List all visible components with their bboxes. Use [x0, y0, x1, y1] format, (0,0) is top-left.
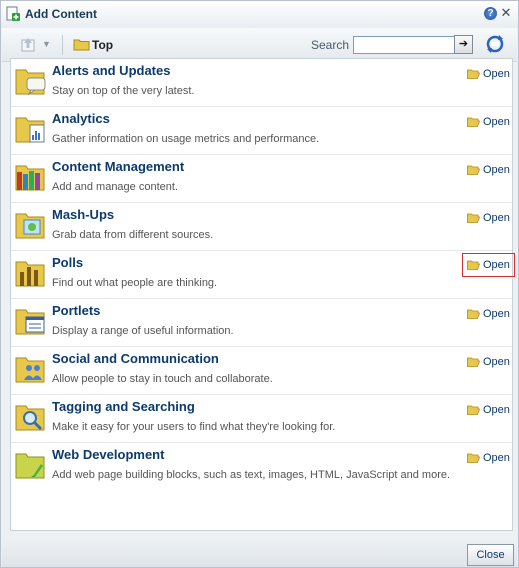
open-label: Open	[483, 163, 510, 176]
search-go-button[interactable]: ➔	[454, 35, 473, 54]
open-label: Open	[483, 451, 510, 464]
open-button[interactable]: Open	[467, 354, 510, 369]
open-label: Open	[483, 211, 510, 224]
item-title[interactable]: Portlets	[52, 303, 100, 318]
folder-icon	[73, 38, 90, 51]
open-label: Open	[483, 115, 510, 128]
open-folder-icon	[467, 165, 480, 175]
open-folder-icon	[467, 405, 480, 415]
open-button[interactable]: Open	[462, 253, 515, 277]
open-folder-icon	[467, 357, 480, 367]
folder-webdev-icon	[15, 450, 47, 480]
list-item: Analytics Gather information on usage me…	[11, 107, 512, 155]
list-item: Alerts and Updates Stay on top of the ve…	[11, 59, 512, 107]
item-title[interactable]: Alerts and Updates	[52, 63, 170, 78]
item-description: Find out what people are thinking.	[52, 277, 218, 289]
item-description: Allow people to stay in touch and collab…	[52, 373, 273, 385]
item-description: Add web page building blocks, such as te…	[52, 469, 451, 481]
item-title[interactable]: Tagging and Searching	[52, 399, 195, 414]
open-label: Open	[483, 258, 510, 271]
search-label: Search	[311, 38, 350, 52]
item-description: Gather information on usage metrics and …	[52, 133, 320, 145]
open-label: Open	[483, 355, 510, 368]
item-title[interactable]: Social and Communication	[52, 351, 219, 366]
open-label: Open	[483, 67, 510, 80]
content-category-list: Alerts and Updates Stay on top of the ve…	[10, 58, 515, 531]
toolbar: ▼ Top Search ➔	[2, 28, 517, 62]
folder-tagging-icon	[15, 402, 47, 432]
add-content-icon	[5, 6, 21, 22]
open-button[interactable]: Open	[467, 450, 510, 465]
item-description: Stay on top of the very latest.	[52, 85, 195, 97]
add-content-dialog: Add Content ? ✕ ▼ Top Search ➔ Alerts an…	[0, 0, 519, 568]
item-title[interactable]: Analytics	[52, 111, 110, 126]
open-button[interactable]: Open	[467, 66, 510, 81]
item-description: Display a range of useful information.	[52, 325, 234, 337]
help-icon[interactable]: ?	[484, 7, 497, 20]
item-description: Make it easy for your users to find what…	[52, 421, 336, 433]
list-item: Mash-Ups Grab data from different source…	[11, 203, 512, 251]
folder-content-icon	[15, 162, 47, 192]
folder-alerts-icon	[15, 66, 47, 96]
search-input[interactable]	[353, 36, 455, 54]
open-label: Open	[483, 307, 510, 320]
close-button[interactable]: Close	[467, 544, 514, 566]
item-description: Add and manage content.	[52, 181, 178, 193]
open-folder-icon	[467, 213, 480, 223]
open-label: Open	[483, 403, 510, 416]
folder-social-icon	[15, 354, 47, 384]
open-folder-icon	[467, 117, 480, 127]
folder-mashups-icon	[15, 210, 47, 240]
item-title[interactable]: Content Management	[52, 159, 184, 174]
chevron-down-icon[interactable]: ▼	[42, 36, 52, 52]
open-button[interactable]: Open	[467, 306, 510, 321]
folder-analytics-icon	[15, 114, 47, 144]
item-title[interactable]: Web Development	[52, 447, 164, 462]
open-button[interactable]: Open	[467, 114, 510, 129]
folder-polls-icon	[15, 258, 47, 288]
list-item: Web Development Add web page building bl…	[11, 443, 512, 490]
dialog-footer: Close	[2, 538, 517, 567]
list-item: Portlets Display a range of useful infor…	[11, 299, 512, 347]
open-button[interactable]: Open	[467, 162, 510, 177]
toolbar-divider	[62, 35, 63, 55]
open-folder-icon	[467, 260, 480, 270]
open-folder-icon	[467, 453, 480, 463]
list-item: Tagging and Searching Make it easy for y…	[11, 395, 512, 443]
refresh-icon[interactable]	[485, 34, 505, 54]
open-button[interactable]: Open	[467, 210, 510, 225]
list-item: Social and Communication Allow people to…	[11, 347, 512, 395]
close-icon[interactable]: ✕	[499, 6, 513, 20]
item-title[interactable]: Polls	[52, 255, 83, 270]
open-button[interactable]: Open	[467, 402, 510, 417]
item-title[interactable]: Mash-Ups	[52, 207, 114, 222]
folder-portlets-icon	[15, 306, 47, 336]
breadcrumb-top[interactable]: Top	[92, 38, 113, 52]
up-level-icon[interactable]	[19, 35, 39, 53]
dialog-titlebar: Add Content ? ✕	[1, 1, 518, 28]
open-folder-icon	[467, 69, 480, 79]
item-description: Grab data from different sources.	[52, 229, 214, 241]
open-folder-icon	[467, 309, 480, 319]
dialog-title: Add Content	[25, 7, 97, 21]
list-item: Polls Find out what people are thinking.…	[11, 251, 515, 299]
list-item: Content Management Add and manage conten…	[11, 155, 512, 203]
